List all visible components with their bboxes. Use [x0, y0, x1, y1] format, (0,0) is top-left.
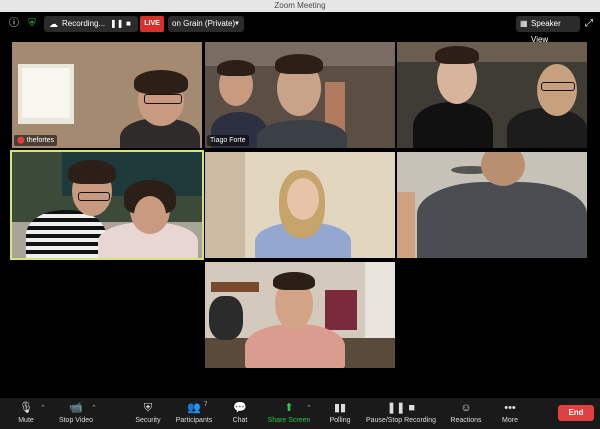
ellipsis-icon: ••• [504, 402, 516, 414]
glasses [144, 94, 182, 104]
participants-icon: 👥 [187, 402, 201, 414]
window-light [365, 262, 395, 342]
recording-pill: ☁ Recording... ❚❚ ■ [44, 16, 138, 32]
chat-bubble-icon: 💬 [233, 402, 247, 414]
live-badge: LIVE [140, 16, 164, 32]
stop-icon[interactable]: ■ [126, 16, 131, 32]
mute-button[interactable]: 🎙 Mute [8, 398, 44, 429]
shelf [211, 282, 259, 292]
video-tile[interactable] [205, 262, 395, 368]
more-button[interactable]: ••• More [494, 398, 526, 429]
share-screen-button[interactable]: ⬆ Share Screen [264, 398, 314, 429]
info-icon[interactable]: ⓘ [8, 18, 20, 30]
stream-dropdown[interactable]: on Grain (Private) ▼ [168, 16, 244, 32]
poster [325, 290, 357, 330]
pause-icon[interactable]: ❚❚ [110, 16, 123, 32]
bar-chart-icon: ▮▮ [333, 402, 347, 414]
video-tile[interactable]: Tiago Forte [205, 42, 395, 148]
shield-icon: ⛨ [143, 402, 153, 414]
security-button[interactable]: ⛨ Security [128, 398, 168, 429]
stream-label: on Grain (Private) [172, 19, 236, 28]
chat-button[interactable]: 💬 Chat [222, 398, 258, 429]
smiley-icon: ☺ [460, 402, 472, 414]
stop-video-button[interactable]: 📹 Stop Video [54, 398, 98, 429]
door [205, 152, 245, 258]
participant-name: ⬤ thefortes [14, 135, 58, 146]
pause-stop-recording-button[interactable]: ❚❚ ■ Pause/Stop Recording [364, 398, 438, 429]
speaker-view-button[interactable]: ▦ Speaker View [516, 16, 580, 44]
polling-button[interactable]: ▮▮ Polling [322, 398, 358, 429]
mute-options-chevron-icon[interactable]: ⌃ [40, 404, 46, 412]
video-tile-active-speaker[interactable] [10, 150, 204, 260]
video-options-chevron-icon[interactable]: ⌃ [91, 404, 97, 412]
participants-button[interactable]: 👥 Participants [172, 398, 216, 429]
microphone-icon: 🎙 [19, 402, 33, 414]
chevron-down-icon: ▼ [234, 21, 240, 27]
glasses [541, 82, 575, 91]
video-tile[interactable]: ⬤ thefortes [12, 42, 202, 148]
fullscreen-icon[interactable]: ⤢ [583, 18, 595, 30]
window-titlebar: Zoom Meeting [0, 0, 600, 12]
glasses [78, 192, 110, 201]
participant-name: Tiago Forte [207, 135, 249, 146]
recording-label: Recording... [62, 19, 106, 28]
video-tile[interactable] [205, 152, 395, 258]
cloud-icon: ☁ [49, 19, 58, 29]
end-meeting-button[interactable]: End [558, 405, 594, 421]
participants-count: 7 [204, 402, 208, 408]
video-tile[interactable] [397, 42, 587, 148]
share-options-chevron-icon[interactable]: ⌃ [306, 404, 312, 412]
pause-stop-icon: ❚❚ ■ [386, 402, 416, 414]
window-title: Zoom Meeting [274, 1, 326, 10]
grid-view-icon: ▦ [520, 19, 528, 28]
reactions-button[interactable]: ☺ Reactions [446, 398, 486, 429]
video-tile[interactable] [397, 152, 587, 258]
shield-icon[interactable]: ⛨ [26, 18, 38, 30]
